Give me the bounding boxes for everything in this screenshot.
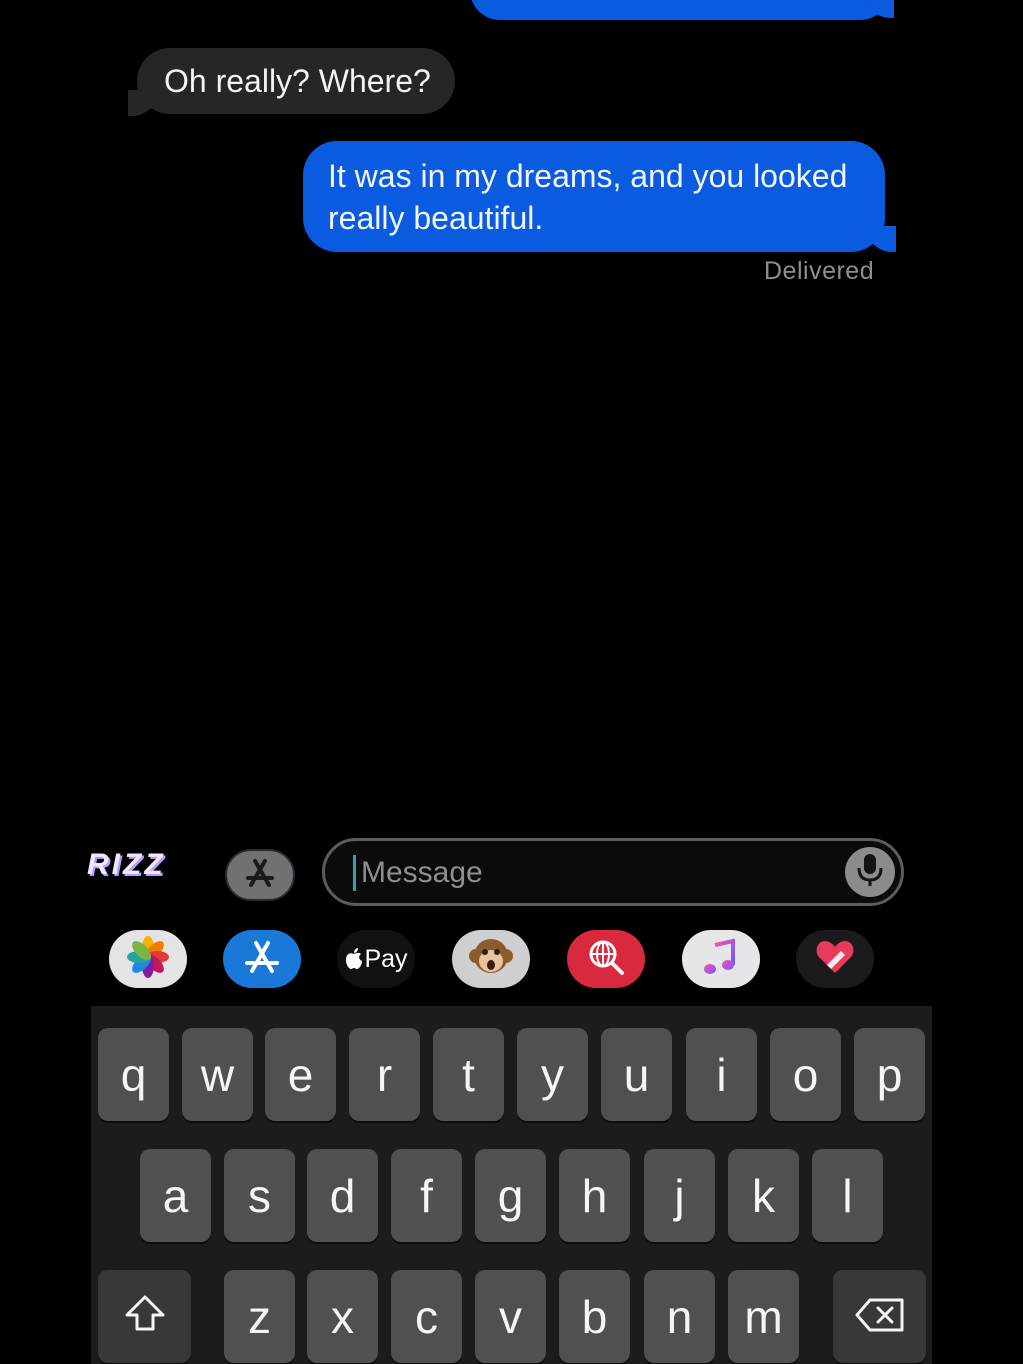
key-k[interactable]: k (728, 1149, 799, 1242)
key-p[interactable]: p (854, 1028, 925, 1121)
photos-app-button[interactable] (109, 930, 187, 988)
message-input[interactable]: Message (322, 838, 904, 906)
key-j[interactable]: j (644, 1149, 715, 1242)
microphone-icon (855, 852, 885, 893)
key-g[interactable]: g (475, 1149, 546, 1242)
rizz-logo: RIZZ (87, 848, 166, 881)
outgoing-message-text: It was in my dreams, and you looked real… (328, 158, 848, 236)
key-z[interactable]: z (224, 1270, 295, 1363)
backspace-icon (854, 1290, 906, 1344)
music-app-button[interactable] (682, 930, 760, 988)
apps-button[interactable] (225, 849, 295, 901)
key-d[interactable]: d (307, 1149, 378, 1242)
key-n[interactable]: n (644, 1270, 715, 1363)
key-o[interactable]: o (770, 1028, 841, 1121)
key-r[interactable]: r (349, 1028, 420, 1121)
delivered-status: Delivered (764, 257, 875, 285)
memoji-app-button[interactable] (452, 930, 530, 988)
key-m[interactable]: m (728, 1270, 799, 1363)
key-t[interactable]: t (433, 1028, 504, 1121)
text-cursor (353, 855, 356, 891)
incoming-message-text: Oh really? Where? (164, 63, 431, 99)
key-l[interactable]: l (812, 1149, 883, 1242)
key-u[interactable]: u (601, 1028, 672, 1121)
backspace-key[interactable] (833, 1270, 926, 1363)
key-x[interactable]: x (307, 1270, 378, 1363)
digital-touch-app-button[interactable] (796, 930, 874, 988)
incoming-bubble-tail (128, 90, 158, 116)
shift-key[interactable] (98, 1270, 191, 1363)
music-icon (699, 935, 743, 984)
apple-pay-label: Pay (364, 944, 408, 973)
key-q[interactable]: q (98, 1028, 169, 1121)
key-y[interactable]: y (517, 1028, 588, 1121)
outgoing-message-bubble[interactable]: It was in my dreams, and you looked real… (303, 141, 885, 252)
outgoing-bubble-tail (866, 226, 896, 252)
key-v[interactable]: v (475, 1270, 546, 1363)
previous-outgoing-bubble (470, 0, 890, 20)
key-w[interactable]: w (182, 1028, 253, 1121)
key-b[interactable]: b (559, 1270, 630, 1363)
message-placeholder: Message (361, 856, 483, 889)
web-search-app-button[interactable] (567, 930, 645, 988)
key-f[interactable]: f (391, 1149, 462, 1242)
incoming-message-bubble[interactable]: Oh really? Where? (137, 48, 455, 114)
photos-icon (126, 935, 170, 984)
memoji-monkey-icon (468, 934, 514, 985)
shift-icon (123, 1290, 167, 1344)
digital-touch-icon (813, 935, 857, 984)
app-store-icon (240, 935, 284, 984)
key-i[interactable]: i (686, 1028, 757, 1121)
key-e[interactable]: e (265, 1028, 336, 1121)
key-a[interactable]: a (140, 1149, 211, 1242)
apple-pay-app-button[interactable]: Pay (337, 930, 415, 988)
web-search-icon (584, 935, 628, 984)
key-s[interactable]: s (224, 1149, 295, 1242)
app-store-app-button[interactable] (223, 930, 301, 988)
apple-pay-icon: Pay (344, 944, 408, 974)
key-h[interactable]: h (559, 1149, 630, 1242)
app-store-icon (243, 856, 277, 895)
key-c[interactable]: c (391, 1270, 462, 1363)
dictation-button[interactable] (845, 847, 895, 897)
